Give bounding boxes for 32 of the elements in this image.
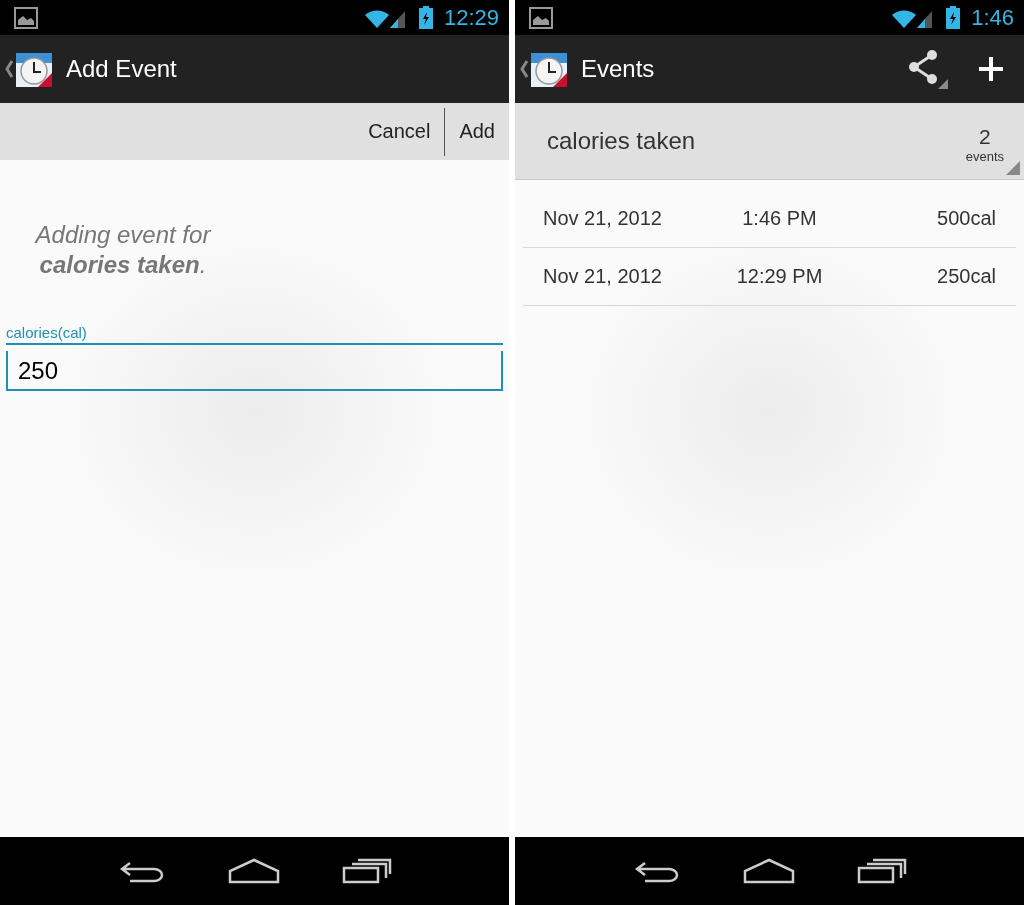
event-time: 12:29 PM (735, 265, 824, 288)
cancel-button[interactable]: Cancel (354, 107, 445, 156)
picture-notification-icon (14, 6, 38, 29)
event-amount: 500cal (936, 207, 996, 230)
event-date: Nov 21, 2012 (543, 265, 663, 288)
add-button[interactable]: Add (445, 107, 509, 156)
screen-title: Events (581, 55, 656, 83)
event-count-label: events (965, 148, 1004, 164)
adding-event-message: Adding event for calories taken. (33, 220, 213, 280)
event-time: 1:46 PM (741, 207, 818, 230)
event-amount: 250cal (936, 265, 996, 288)
event-count: 2 (979, 124, 991, 149)
screen-title: Add Event (66, 55, 178, 83)
category-header[interactable]: calories taken 2 events (515, 103, 1024, 180)
calories-input-field[interactable]: 250 (6, 351, 503, 391)
event-row[interactable]: Nov 21, 2012 12:29 PM 250cal (523, 248, 1016, 306)
field-label: calories(cal) (6, 324, 503, 345)
home-icon[interactable] (227, 858, 280, 884)
event-date: Nov 21, 2012 (543, 207, 663, 230)
recent-apps-icon[interactable] (341, 858, 392, 884)
status-time: 1:46 (971, 4, 1014, 31)
share-icon[interactable] (906, 49, 950, 89)
recent-apps-icon[interactable] (856, 858, 907, 884)
status-time: 12:29 (443, 4, 499, 31)
picture-notification-icon (529, 6, 553, 29)
home-icon[interactable] (742, 858, 795, 884)
add-icon[interactable] (978, 56, 1004, 82)
category-name: calories taken (547, 127, 697, 155)
back-caret-icon (4, 59, 14, 79)
dropdown-corner-icon (1006, 161, 1020, 175)
event-row[interactable]: Nov 21, 2012 1:46 PM 500cal (523, 190, 1016, 248)
back-caret-icon (519, 59, 529, 79)
